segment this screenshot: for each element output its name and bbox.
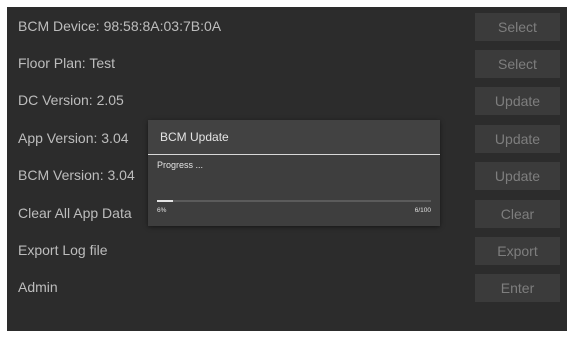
row-floor-plan: Floor Plan: Test Select: [7, 45, 567, 82]
progress-bar-fill: [157, 200, 174, 202]
row-export-log: Export Log file Export: [7, 232, 567, 269]
progress-bar: [157, 200, 431, 202]
export-log-button[interactable]: Export: [475, 237, 560, 265]
clear-data-label: Clear All App Data: [18, 205, 132, 221]
admin-enter-button[interactable]: Enter: [475, 274, 560, 302]
export-log-label: Export Log file: [18, 242, 108, 258]
row-bcm-device: BCM Device: 98:58:8A:03:7B:0A Select: [7, 8, 567, 45]
select-floor-plan-button[interactable]: Select: [475, 50, 560, 78]
bcm-update-dialog: BCM Update Progress ... 6% 6/100: [148, 120, 440, 226]
dialog-title: BCM Update: [160, 130, 229, 144]
progress-message: Progress ...: [157, 160, 204, 170]
dialog-body: Progress ... 6% 6/100: [148, 155, 440, 226]
clear-data-button[interactable]: Clear: [475, 200, 560, 228]
bcm-device-label: BCM Device: 98:58:8A:03:7B:0A: [18, 18, 222, 34]
app-version-label: App Version: 3.04: [18, 130, 129, 146]
row-dc-version: DC Version: 2.05 Update: [7, 82, 567, 119]
floor-plan-label: Floor Plan: Test: [18, 55, 116, 71]
bcm-version-label: BCM Version: 3.04: [18, 167, 135, 183]
row-admin: Admin Enter: [7, 269, 567, 306]
update-app-button[interactable]: Update: [475, 125, 560, 153]
progress-percent: 6%: [157, 207, 167, 214]
progress-count: 6/100: [414, 207, 431, 214]
update-bcm-button[interactable]: Update: [475, 162, 560, 190]
admin-label: Admin: [18, 279, 58, 295]
select-bcm-device-button[interactable]: Select: [475, 13, 560, 41]
update-dc-button[interactable]: Update: [475, 87, 560, 115]
dc-version-label: DC Version: 2.05: [18, 92, 124, 108]
settings-screen: BCM Device: 98:58:8A:03:7B:0A Select Flo…: [7, 7, 567, 331]
